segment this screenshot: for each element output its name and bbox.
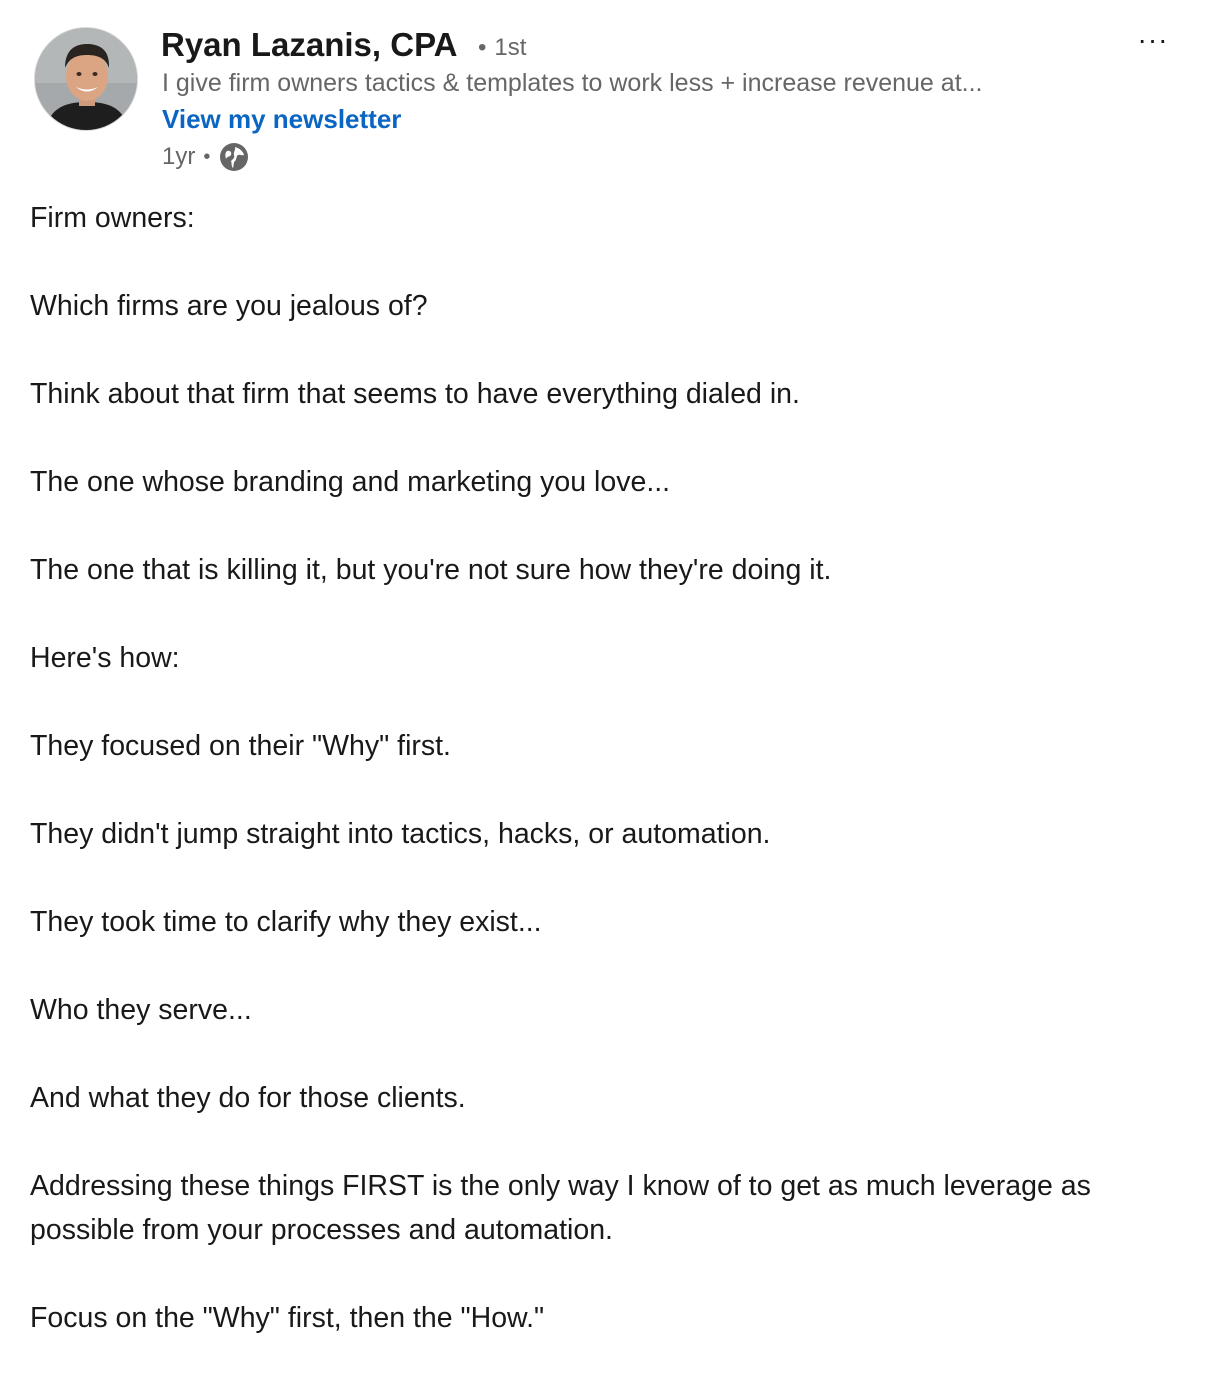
meta-separator: • <box>203 145 211 168</box>
post-body: Firm owners: Which firms are you jealous… <box>30 196 1180 1384</box>
post-paragraph: Here's how: <box>30 642 180 674</box>
globe-icon <box>218 141 250 173</box>
connection-degree: • 1st <box>478 33 526 63</box>
post-header: Ryan Lazanis, CPA • 1st I give firm owner… <box>0 0 1208 190</box>
degree-separator: • <box>478 34 487 61</box>
post-meta: 1yr • <box>162 140 250 174</box>
author-headline: I give firm owners tactics & templates t… <box>162 69 983 97</box>
more-options-button[interactable]: ··· <box>1128 22 1178 58</box>
author-avatar[interactable] <box>34 27 138 131</box>
post-paragraph: Focus on the "Why" first, then the "How.… <box>30 1302 545 1334</box>
post-paragraph: Which firms are you jealous of? <box>30 290 428 322</box>
post-paragraph: The one that is killing it, but you're n… <box>30 554 832 586</box>
post-paragraph: And what they do for those clients. <box>30 1082 466 1114</box>
post-paragraph: Addressing these things FIRST is the onl… <box>30 1170 1091 1246</box>
author-name[interactable]: Ryan Lazanis, CPA <box>161 24 457 66</box>
post-paragraph: Firm owners: <box>30 202 195 234</box>
avatar-photo-icon <box>35 28 137 130</box>
post-paragraph: Who they serve... <box>30 994 252 1026</box>
view-newsletter-link[interactable]: View my newsletter <box>162 102 401 136</box>
post-paragraph: They focused on their "Why" first. <box>30 730 451 762</box>
post-paragraph: Think about that firm that seems to have… <box>30 378 800 410</box>
post-paragraph: The one whose branding and marketing you… <box>30 466 671 498</box>
post-paragraph: They took time to clarify why they exist… <box>30 906 542 938</box>
post-paragraph: They didn't jump straight into tactics, … <box>30 818 771 850</box>
post-timestamp: 1yr <box>162 143 196 170</box>
more-options-icon: ··· <box>1137 24 1169 55</box>
degree-label: 1st <box>494 34 527 61</box>
